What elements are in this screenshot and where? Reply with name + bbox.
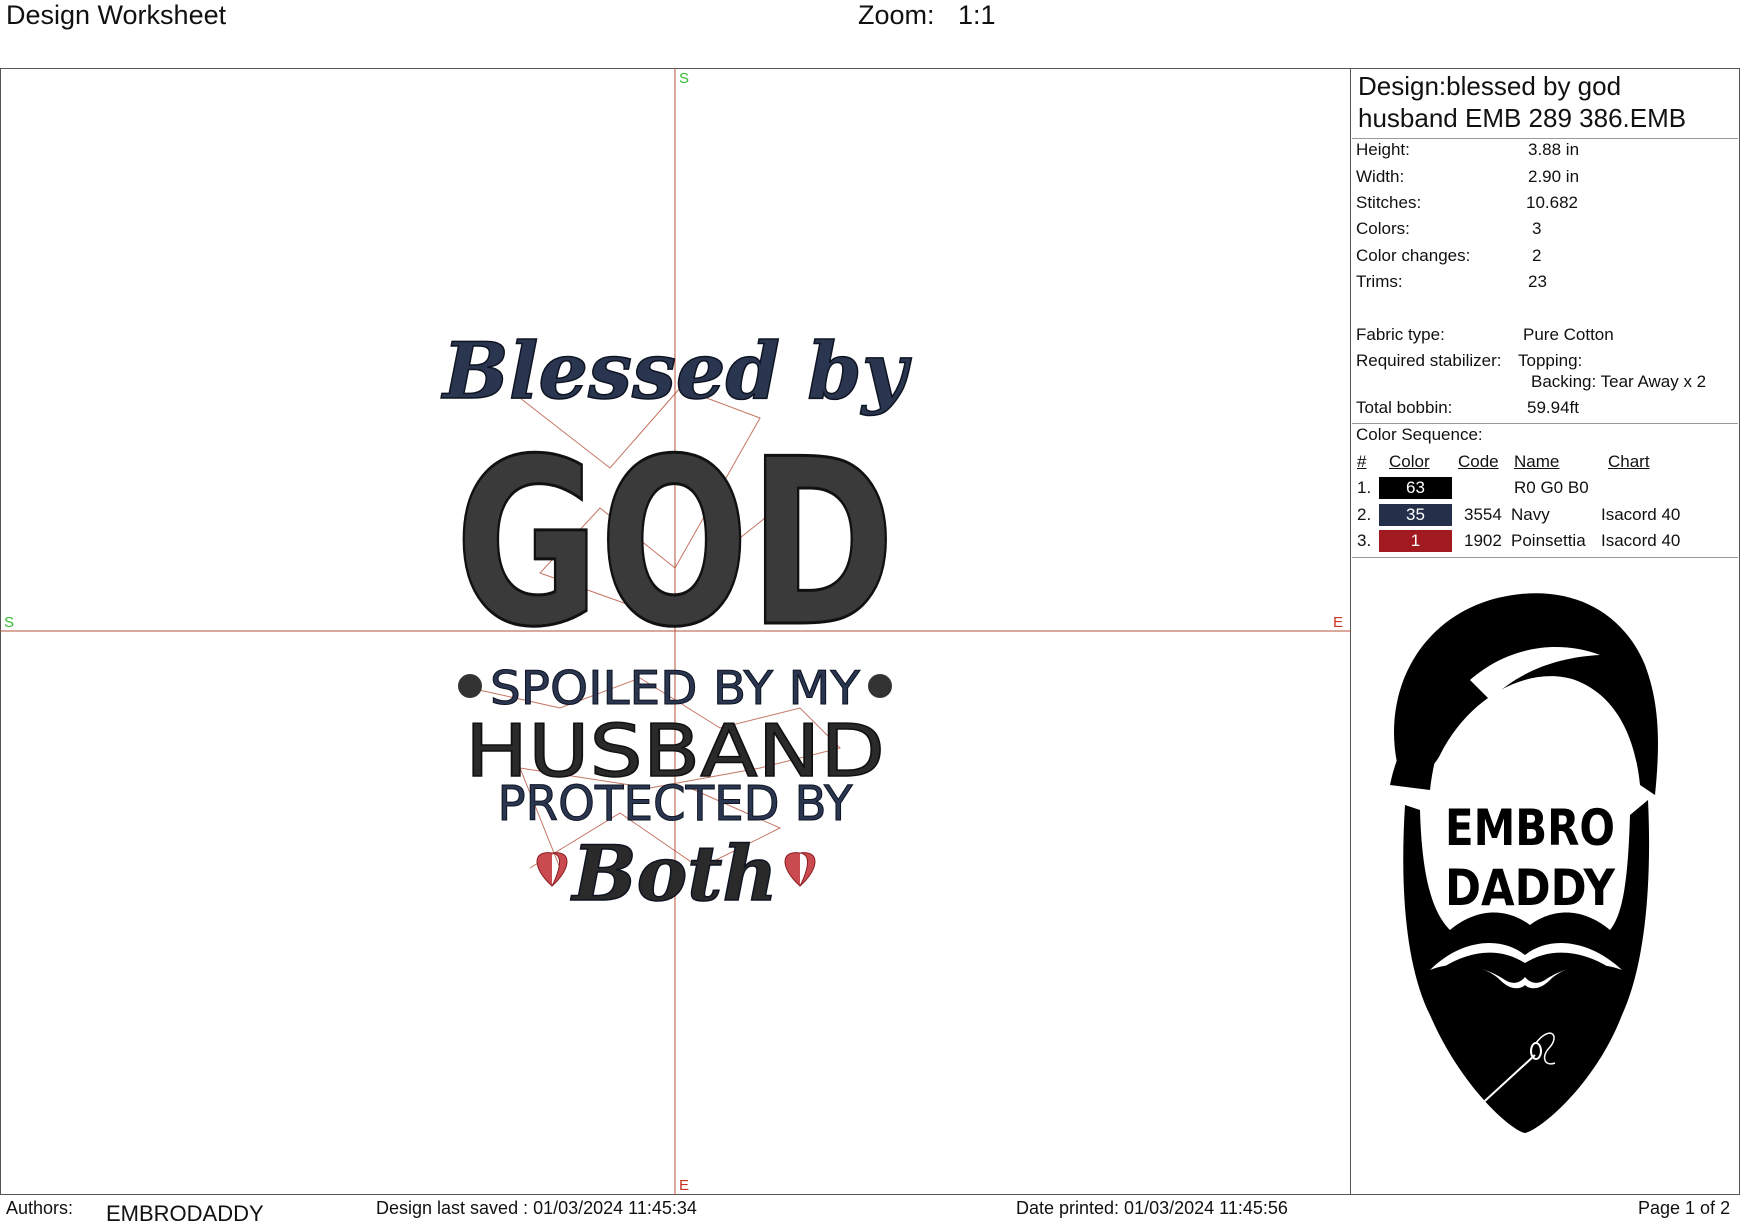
seq-header-num: # [1357, 452, 1367, 471]
seq-name: Navy [1511, 505, 1550, 524]
stat-value: 2 [1532, 246, 1542, 265]
stat-key: Height: [1356, 140, 1410, 159]
seq-header-name: Name [1514, 452, 1560, 471]
design-text-blessed-by: Blessed by [441, 326, 912, 417]
bobbin-key: Total bobbin: [1356, 398, 1453, 417]
seq-header-chart: Chart [1608, 452, 1650, 471]
seq-code: 3554 [1464, 505, 1502, 524]
seq-name: Poinsettia [1511, 531, 1586, 550]
stat-key: Stitches: [1356, 193, 1422, 212]
stat-value: 3 [1532, 219, 1542, 238]
axis-marker-right: E [1333, 614, 1343, 631]
axis-marker-top: S [679, 70, 689, 87]
axis-marker-bottom: E [679, 1177, 689, 1194]
stat-key: Colors: [1356, 219, 1410, 238]
page-number: Page 1 of 2 [1638, 1198, 1731, 1218]
seq-num: 3. [1357, 531, 1372, 550]
zoom-value: 1:1 [958, 0, 996, 30]
backing-value: Backing: Tear Away x 2 [1531, 372, 1707, 391]
logo-text-embro: EMBRO [1445, 799, 1615, 857]
design-text-spoiled-by-my: SPOILED BY MY [490, 661, 861, 715]
design-name-line2: husband EMB 289 386.EMB [1358, 103, 1687, 133]
zoom-label: Zoom: [858, 0, 935, 30]
divider [1352, 557, 1738, 558]
color-swatch: 35 [1379, 504, 1452, 526]
stat-value: 2.90 in [1528, 167, 1580, 186]
seq-num: 1. [1357, 478, 1372, 497]
authors-value: EMBRODADDY [106, 1201, 264, 1226]
color-sequence-title: Color Sequence: [1356, 425, 1483, 444]
design-text-protected-by: PROTECTED BY [498, 776, 854, 832]
right-heart-icon [784, 852, 816, 887]
design-text-both: Both [570, 829, 777, 918]
stat-value: 10.682 [1526, 193, 1578, 212]
seq-name: R0 G0 B0 [1514, 478, 1589, 497]
axis-marker-left: S [4, 614, 14, 631]
last-saved: Design last saved : 01/03/2024 11:45:34 [376, 1198, 697, 1218]
logo-text-daddy: DADDY [1445, 859, 1616, 917]
seq-chart: Isacord 40 [1601, 505, 1681, 524]
embrodaddy-logo: EMBRO DADDY [1390, 593, 1658, 1133]
stabilizer-key: Required stabilizer: [1356, 351, 1502, 370]
design-text-god: GOD [455, 411, 895, 678]
right-dot [868, 674, 892, 698]
bobbin-value: 59.94ft [1527, 398, 1579, 417]
color-swatch: 1 [1379, 530, 1452, 552]
design-canvas: S E S E Blessed by GOD SPOILED BY MY HUS… [0, 68, 1351, 1195]
stat-key: Width: [1356, 167, 1405, 186]
seq-code: 1902 [1464, 531, 1502, 550]
seq-chart: Isacord 40 [1601, 531, 1681, 550]
fabric-type-value: Pure Cotton [1523, 325, 1614, 344]
worksheet-title: Design Worksheet [6, 0, 227, 30]
stat-value: 3.88 in [1528, 140, 1580, 159]
date-printed: Date printed: 01/03/2024 11:45:56 [1016, 1198, 1288, 1218]
divider [1352, 423, 1738, 424]
authors-label: Authors: [6, 1198, 74, 1218]
stat-value: 23 [1528, 272, 1547, 291]
seq-header-code: Code [1458, 452, 1499, 471]
stat-key: Trims: [1356, 272, 1403, 291]
seq-header-color: Color [1389, 452, 1430, 471]
fabric-type-key: Fabric type: [1356, 325, 1445, 344]
seq-num: 2. [1357, 505, 1372, 524]
left-dot [458, 674, 482, 698]
design-name: Design:blessed by god husband EMB 289 38… [1358, 70, 1736, 134]
left-heart-icon [536, 852, 568, 887]
divider [1352, 138, 1738, 139]
topping-value: Topping: [1518, 351, 1583, 370]
color-swatch: 63 [1379, 477, 1452, 499]
stat-key: Color changes: [1356, 246, 1471, 265]
design-name-line1: Design:blessed by god [1358, 71, 1622, 101]
